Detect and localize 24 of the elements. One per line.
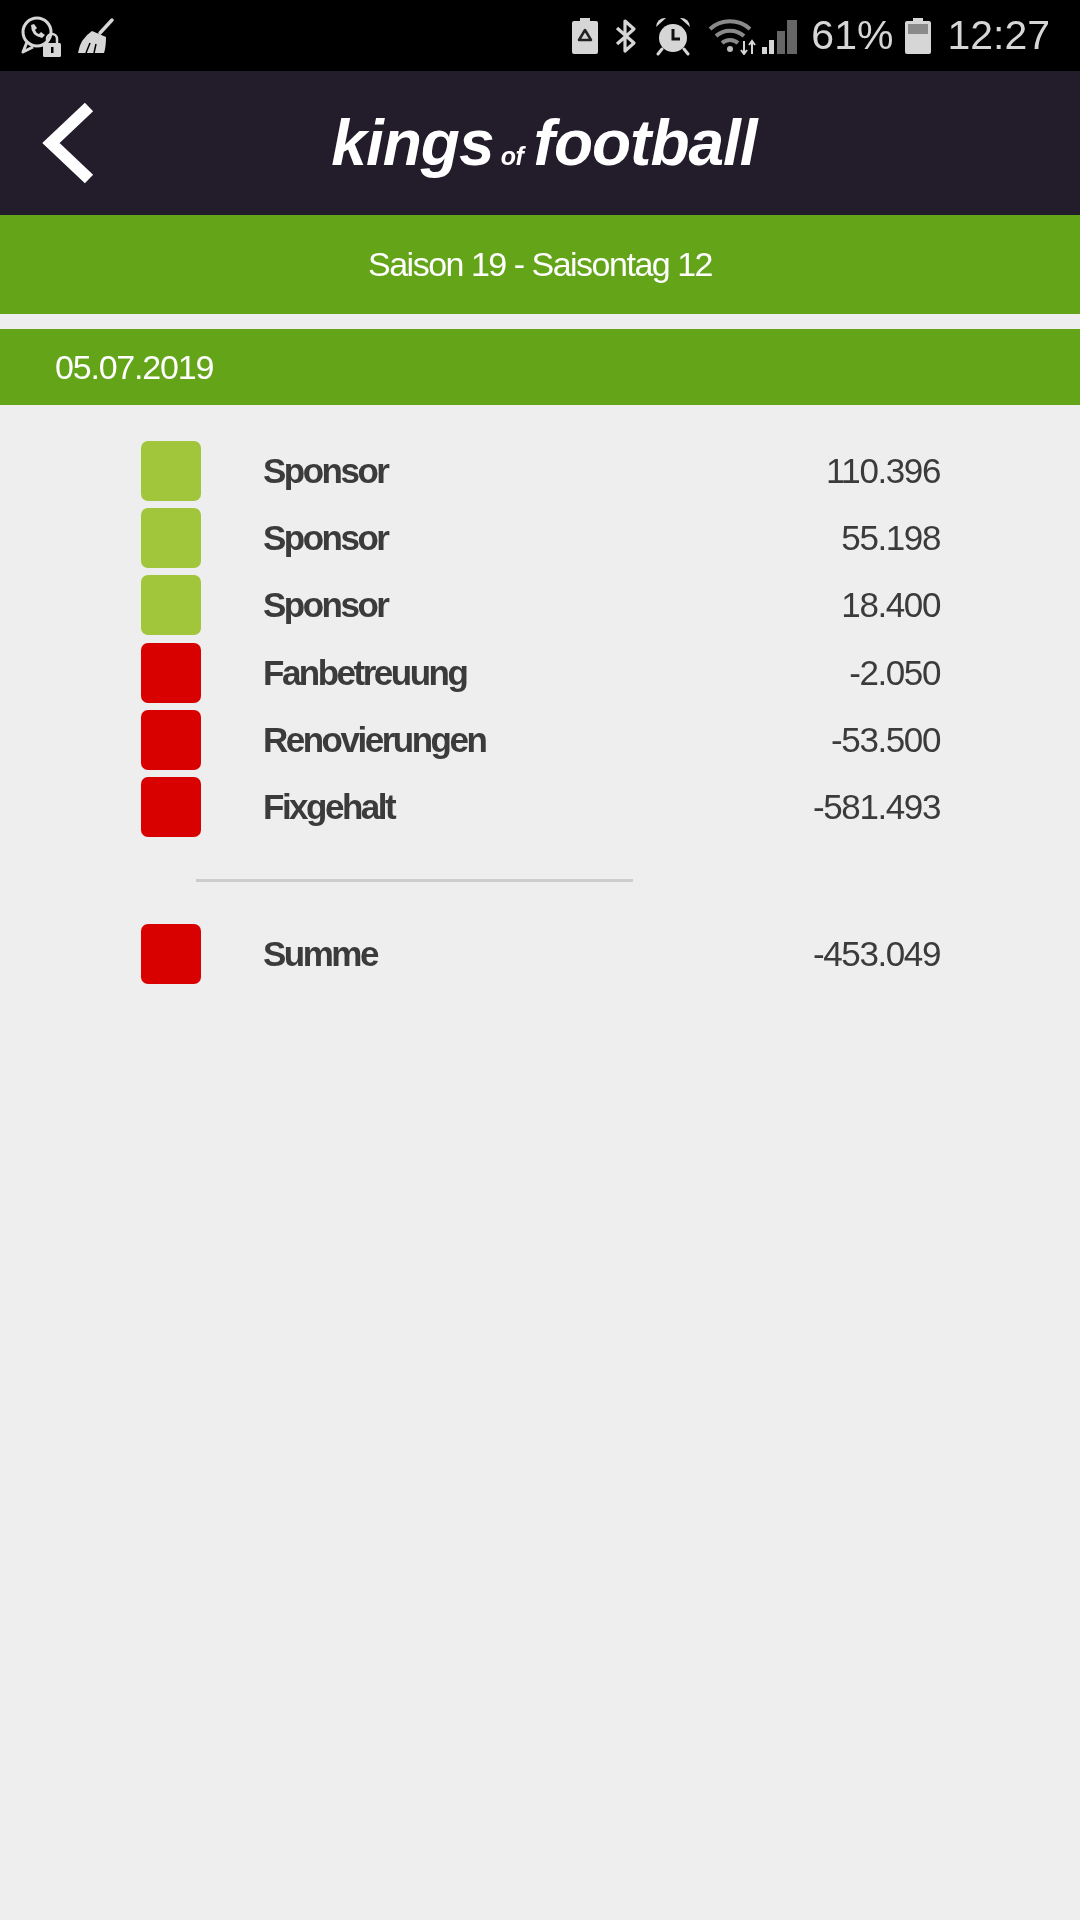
entry-label: Sponsor	[263, 585, 388, 626]
broom-icon	[76, 16, 116, 55]
entry-amount: -581.493	[813, 786, 940, 827]
total-amount: -453.049	[813, 933, 940, 974]
entry-label: Sponsor	[263, 518, 388, 559]
entry-label: Sponsor	[263, 451, 388, 491]
battery-percent: 61%	[811, 15, 894, 56]
entry-amount: 110.396	[825, 451, 940, 491]
alarm-clock-icon	[654, 15, 693, 56]
entry-amount: -2.050	[849, 652, 940, 693]
entry-label: Fanbetreuung	[263, 652, 467, 693]
entry-amount: 18.400	[841, 585, 940, 626]
entry-label: Fixgehalt	[263, 786, 395, 827]
date-text: 05.07.2019	[55, 347, 214, 387]
battery-recycle-icon	[572, 17, 599, 54]
entry-amount: -53.500	[831, 719, 940, 760]
clock-time: 12:27	[947, 15, 1050, 56]
season-title: Saison 19 - Saisontag 12	[368, 245, 712, 284]
wifi-icon	[708, 16, 757, 55]
entry-amount: 55.198	[841, 518, 940, 559]
signal-icon	[762, 17, 799, 54]
battery-icon	[905, 17, 932, 54]
entry-label: Renovierungen	[263, 719, 486, 760]
total-label: Summe	[263, 933, 377, 974]
